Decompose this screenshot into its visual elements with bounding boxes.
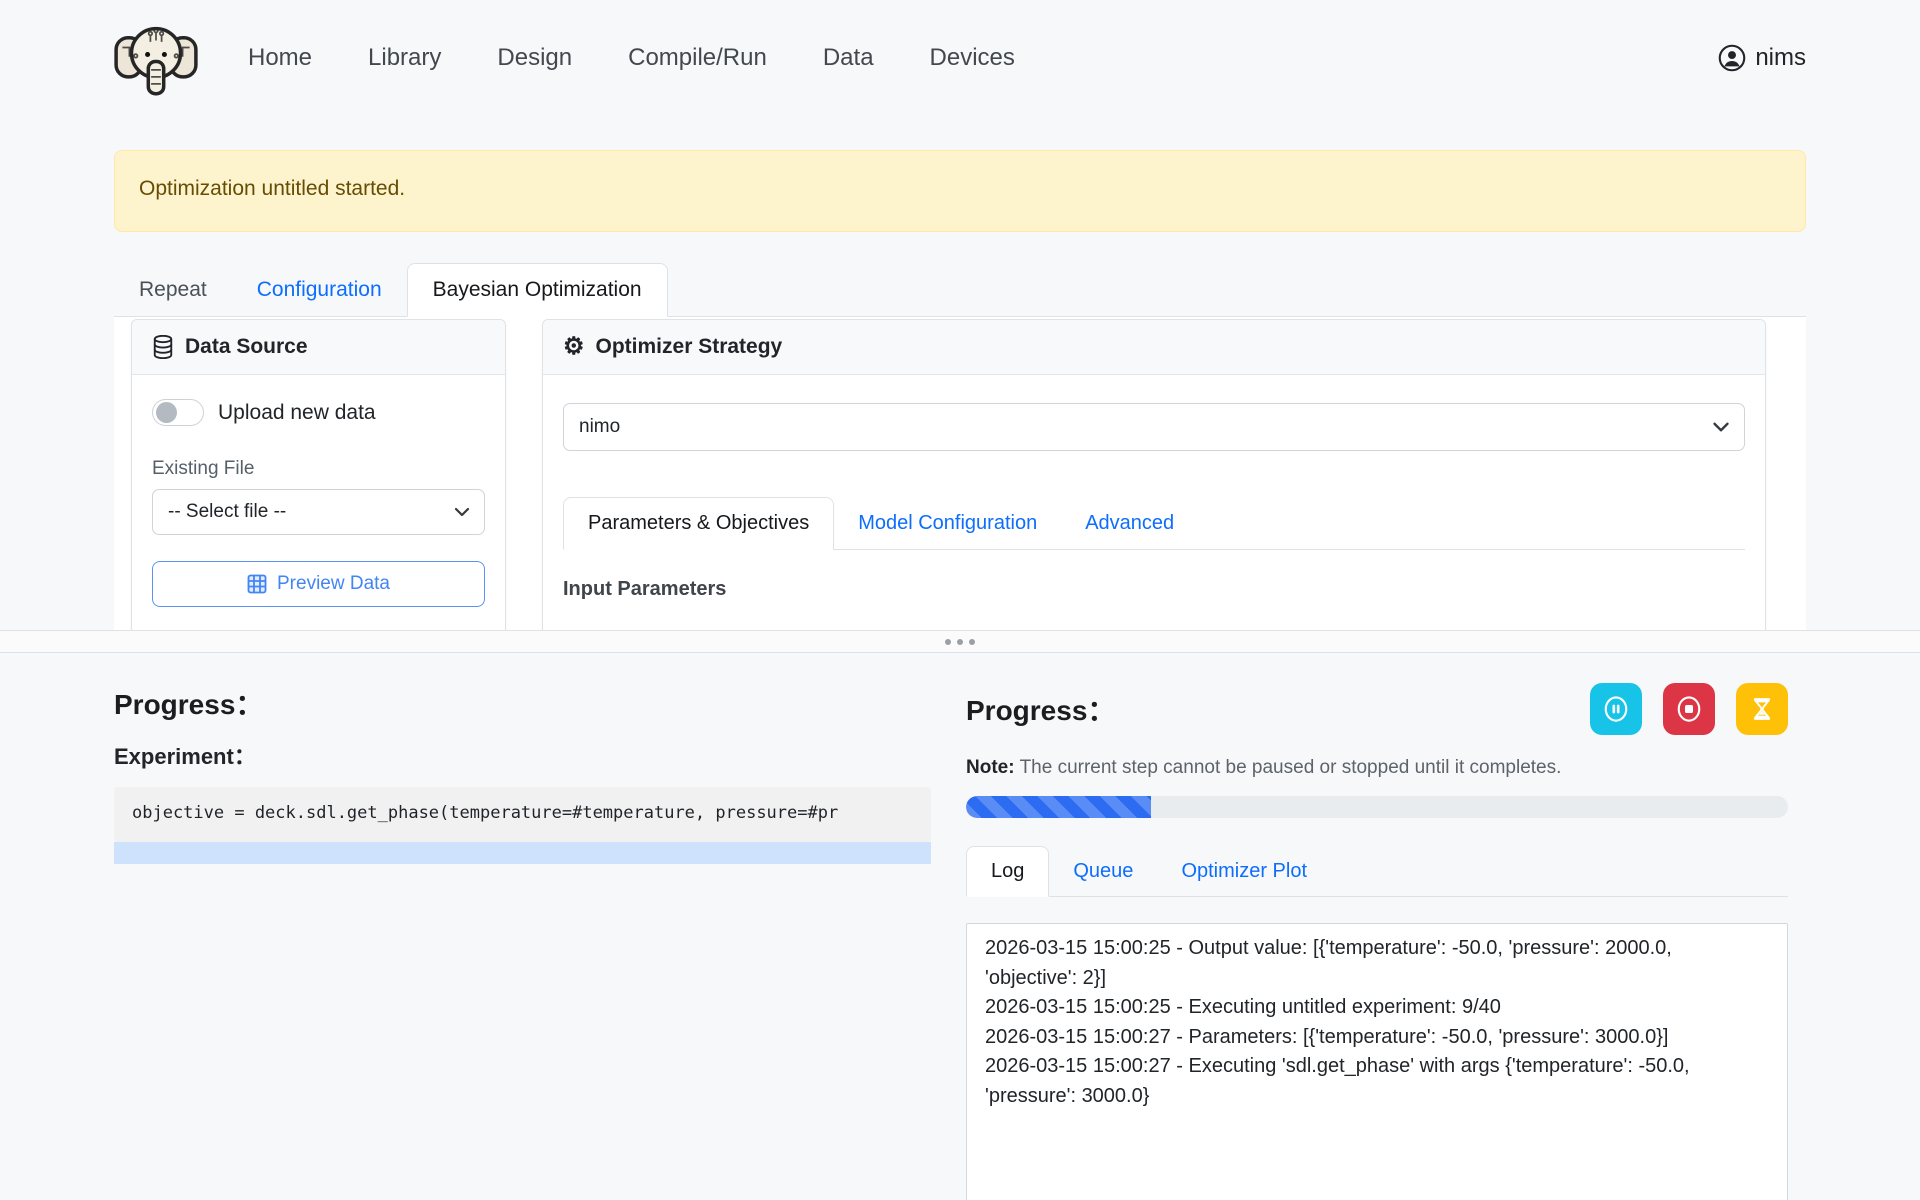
data-source-card: Data Source Upload new data Existing Fil… (131, 319, 506, 630)
top-navbar: Home Library Design Compile/Run Data Dev… (0, 0, 1920, 116)
pause-circle-icon (1601, 694, 1631, 724)
file-select-value: -- Select file -- (168, 501, 286, 523)
log-entry: 2026-03-15 15:00:27 - Parameters: [{'tem… (985, 1023, 1747, 1053)
log-entry: 2026-03-15 15:00:27 - Executing 'sdl.get… (985, 1052, 1747, 1111)
bottom-section: Progress： Experiment： objective = deck.s… (0, 653, 1920, 1200)
log-tab-bar: Log Queue Optimizer Plot (966, 846, 1788, 897)
run-progress-heading: Progress： (966, 689, 1115, 729)
run-panel: Progress： (966, 683, 1788, 1200)
run-action-buttons (1590, 683, 1788, 735)
note-label: Note: (966, 757, 1015, 778)
tab-optimizer-plot[interactable]: Optimizer Plot (1157, 847, 1331, 896)
existing-file-label: Existing File (152, 458, 485, 480)
strategy-select[interactable]: nimo (563, 403, 1745, 451)
chevron-down-icon (1712, 421, 1730, 434)
experiment-code: objective = deck.sdl.get_phase(temperatu… (114, 787, 931, 842)
stop-circle-icon (1674, 694, 1704, 724)
optimizer-tab-bar: Parameters & Objectives Model Configurat… (563, 497, 1745, 550)
pause-button[interactable] (1590, 683, 1642, 735)
tab-queue[interactable]: Queue (1049, 847, 1157, 896)
tab-model-configuration[interactable]: Model Configuration (834, 498, 1061, 549)
gear-icon: ⚙ (563, 335, 585, 359)
tab-parameters-objectives[interactable]: Parameters & Objectives (563, 497, 834, 550)
preview-data-label: Preview Data (277, 573, 390, 595)
data-source-title: Data Source (185, 335, 308, 359)
tab-bayesian-optimization[interactable]: Bayesian Optimization (407, 263, 668, 317)
log-entry: 2026-03-15 15:00:25 - Output value: [{'t… (985, 934, 1747, 993)
panel-resizer-handle[interactable] (0, 630, 1920, 653)
bayesian-optimization-pane: Data Source Upload new data Existing Fil… (114, 317, 1806, 630)
nav-item-compile-run[interactable]: Compile/Run (628, 44, 767, 72)
optimizer-strategy-title: Optimizer Strategy (596, 335, 783, 359)
hourglass-icon (1749, 696, 1775, 722)
table-grid-icon (247, 574, 267, 594)
elephant-logo-icon[interactable] (114, 18, 198, 98)
toggle-switch[interactable] (152, 399, 204, 426)
preview-data-button[interactable]: Preview Data (152, 561, 485, 607)
alert-message: Optimization untitled started. (139, 177, 405, 200)
upload-new-data-toggle[interactable]: Upload new data (152, 399, 485, 426)
log-entry: 2026-03-15 15:00:25 - Executing untitled… (985, 993, 1747, 1023)
file-select[interactable]: -- Select file -- (152, 489, 485, 535)
note-text: The current step cannot be paused or sto… (1020, 757, 1562, 778)
user-avatar-icon (1718, 44, 1746, 72)
chevron-down-icon (454, 506, 470, 518)
data-source-body: Upload new data Existing File -- Select … (132, 375, 505, 630)
optimizer-strategy-card: ⚙ Optimizer Strategy nimo Parameters & O… (542, 319, 1766, 630)
experiment-panel: Progress： Experiment： objective = deck.s… (114, 683, 931, 1200)
input-parameters-heading: Input Parameters (563, 578, 1745, 601)
nav-item-home[interactable]: Home (248, 44, 312, 72)
experiment-progress-heading: Progress： (114, 683, 931, 723)
notification-banner: Optimization untitled started. (114, 150, 1806, 232)
optimizer-strategy-header: ⚙ Optimizer Strategy (543, 320, 1765, 375)
tab-advanced[interactable]: Advanced (1061, 498, 1198, 549)
user-menu[interactable]: nims (1718, 44, 1806, 72)
run-note: Note:The current step cannot be paused o… (966, 757, 1788, 779)
horizontal-scrollbar[interactable] (114, 842, 931, 864)
user-name: nims (1755, 44, 1806, 72)
nav-item-library[interactable]: Library (368, 44, 441, 72)
log-output[interactable]: 2026-03-15 15:00:25 - Output value: [{'t… (966, 923, 1788, 1200)
tab-repeat[interactable]: Repeat (114, 264, 232, 316)
optimizer-strategy-body: nimo Parameters & Objectives Model Confi… (543, 375, 1765, 625)
tab-log[interactable]: Log (966, 846, 1049, 897)
stop-button[interactable] (1663, 683, 1715, 735)
progress-fill (966, 796, 1151, 818)
data-source-header: Data Source (132, 320, 505, 375)
nav-item-design[interactable]: Design (497, 44, 572, 72)
wait-button[interactable] (1736, 683, 1788, 735)
progress-bar-track (966, 796, 1788, 818)
nav-item-data[interactable]: Data (823, 44, 874, 72)
strategy-select-value: nimo (579, 416, 620, 438)
database-icon (152, 335, 174, 359)
main-tab-bar: Repeat Configuration Bayesian Optimizati… (114, 263, 1806, 317)
tab-configuration[interactable]: Configuration (232, 264, 407, 316)
nav-item-devices[interactable]: Devices (930, 44, 1015, 72)
experiment-heading: Experiment： (114, 739, 931, 771)
upload-toggle-label: Upload new data (218, 401, 376, 425)
nav-links: Home Library Design Compile/Run Data Dev… (248, 44, 1015, 72)
